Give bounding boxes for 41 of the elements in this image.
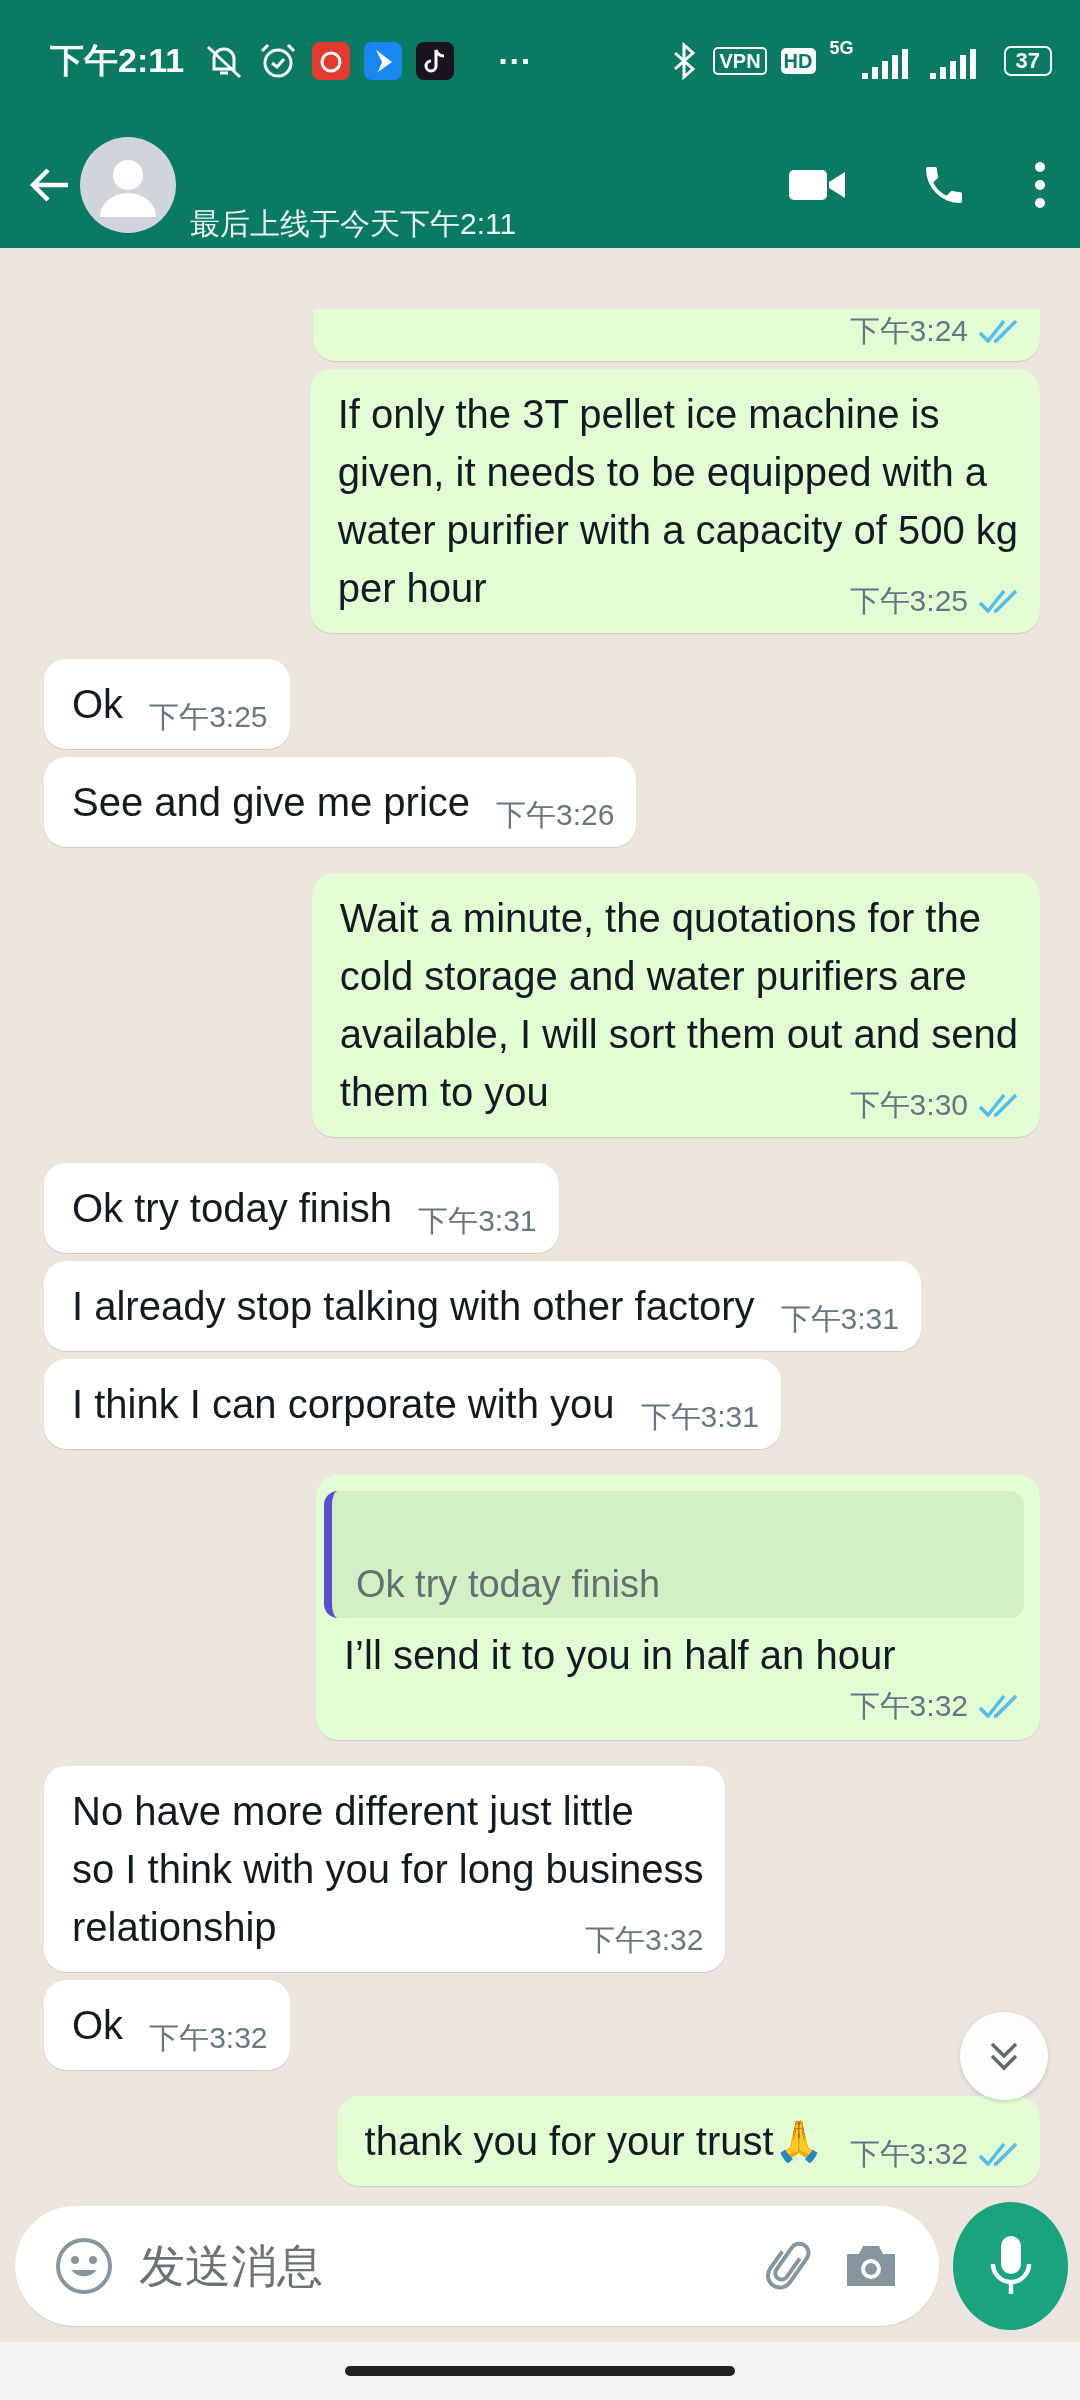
message-text: Ok 下午3:25 <box>72 675 268 733</box>
message-composer[interactable]: 发送消息 <box>15 2206 939 2326</box>
quoted-message[interactable]: Ok try today finish <box>324 1491 1024 1618</box>
message-time: 下午3:32 <box>585 1922 704 1958</box>
message-text: I think I can corporate with you 下午3:31 <box>72 1375 759 1433</box>
quoted-text: Ok try today finish <box>356 1563 661 1605</box>
app-notification-icon <box>312 42 351 80</box>
message-text: thank you for your trust🙏 下午3:32 <box>364 2112 1018 2170</box>
message-time: 下午3:31 <box>418 1203 537 1239</box>
more-notifications-indicator: ··· <box>498 41 533 81</box>
hd-badge: HD <box>780 48 816 74</box>
status-time: 下午2:11 <box>50 40 185 81</box>
message-text: If only the 3T pellet ice machine is given, it needs to be equipped with a water purifier with a capacity of 500 kg per hour 下午3:25 <box>337 385 1018 617</box>
vpn-badge: VPN <box>713 47 767 75</box>
network-type: 5G <box>829 38 854 59</box>
message-text: I’ll send it to you in half an hour <box>344 1632 897 1679</box>
avatar-icon[interactable] <box>80 137 176 233</box>
app-notification-icon <box>416 42 455 80</box>
message-time: 下午3:32 <box>149 2020 268 2056</box>
message-input-field[interactable]: 发送消息 <box>137 2238 739 2294</box>
message-time: 下午3:26 <box>496 797 615 833</box>
last-seen-status: 最后上线于今天下午2:11 <box>190 205 517 242</box>
message-time: 下午3:32 <box>849 1687 968 1724</box>
message-text: No have more different just little so I think with you for long business relationship 下午3:32 <box>72 1782 704 1956</box>
battery-indicator: 37 <box>1003 46 1052 76</box>
message-time: 下午3:25 <box>149 699 268 735</box>
message-text: Ok try today finish 下午3:31 <box>72 1179 537 1237</box>
message-time: 下午3:31 <box>780 1301 899 1337</box>
emoji-icon[interactable] <box>55 2237 113 2295</box>
message-text: See and give me price 下午3:26 <box>72 773 615 831</box>
message-time: 下午3:30 <box>849 1087 968 1123</box>
message-text: Wait a minute, the quotations for the cold storage and water purifiers are available, I will sort them out and send them to you 下午3:30 <box>339 889 1018 1121</box>
message-time: 下午3:25 <box>849 583 968 619</box>
message-time: 下午3:31 <box>640 1399 759 1435</box>
scroll-down-button[interactable] <box>960 2012 1048 2100</box>
message-time: 下午3:32 <box>849 2136 968 2172</box>
app-notification-icon <box>364 42 403 80</box>
message-text: Ok 下午3:32 <box>72 1996 268 2054</box>
menu-icon <box>1034 161 1046 209</box>
message-time: 下午3:24 <box>849 312 968 349</box>
message-text: I already stop talking with other factory 下午3:31 <box>72 1277 899 1335</box>
